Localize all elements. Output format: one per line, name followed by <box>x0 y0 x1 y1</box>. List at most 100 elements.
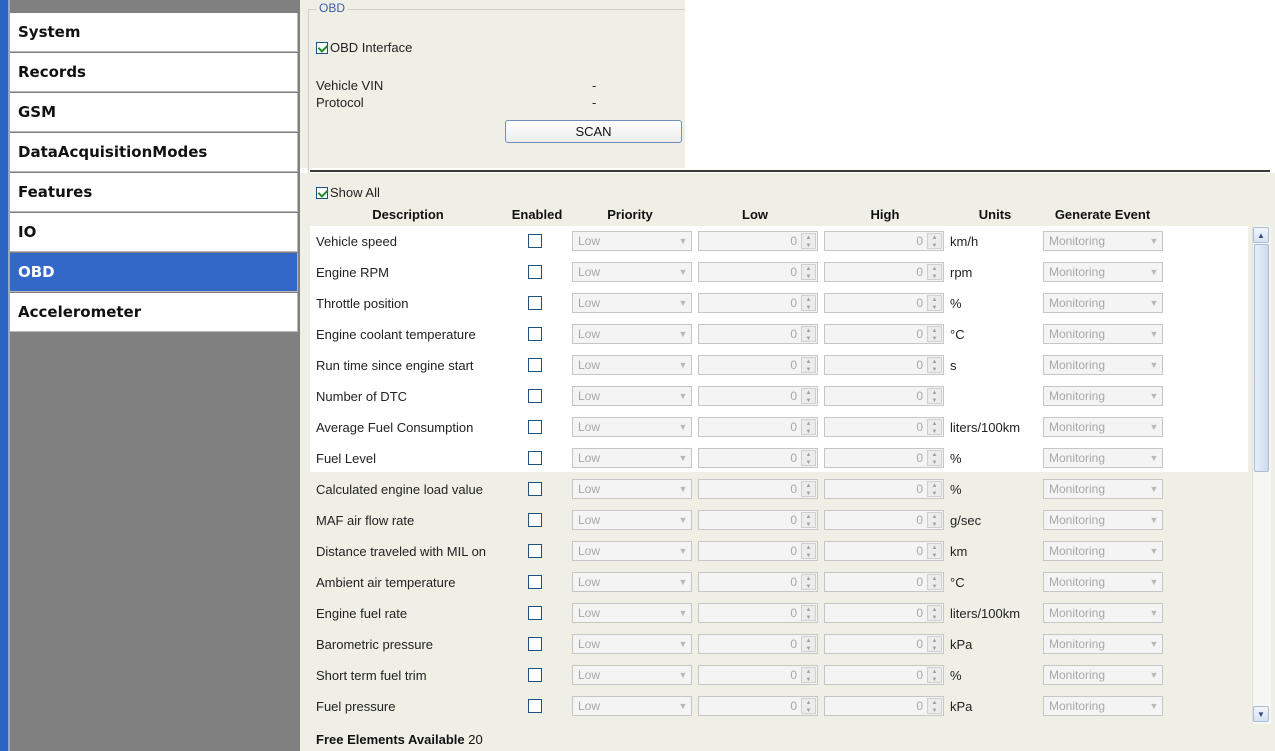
row-priority-select[interactable]: Low ▼ <box>572 510 692 530</box>
row-generate-event-select[interactable]: Monitoring ▼ <box>1043 324 1163 344</box>
spinner-arrows-icon[interactable]: ▲ ▼ <box>927 636 942 652</box>
spinner-arrows-icon[interactable]: ▲ ▼ <box>927 357 942 373</box>
spinner-arrows-icon[interactable]: ▲ ▼ <box>801 574 816 590</box>
row-enabled-checkbox[interactable] <box>528 327 542 341</box>
spinner-arrows-icon[interactable]: ▲ ▼ <box>927 667 942 683</box>
row-enabled-checkbox[interactable] <box>528 389 542 403</box>
sidebar-item-obd[interactable]: OBD <box>10 253 298 292</box>
sidebar-item-accelerometer[interactable]: Accelerometer <box>10 293 298 332</box>
spinner-arrows-icon[interactable]: ▲ ▼ <box>927 388 942 404</box>
row-enabled-checkbox[interactable] <box>528 451 542 465</box>
row-generate-event-select[interactable]: Monitoring ▼ <box>1043 541 1163 561</box>
row-high-spinner[interactable]: 0 ▲ ▼ <box>824 603 944 623</box>
obd-interface-checkbox[interactable] <box>316 42 328 54</box>
row-generate-event-select[interactable]: Monitoring ▼ <box>1043 448 1163 468</box>
row-high-spinner[interactable]: 0 ▲ ▼ <box>824 417 944 437</box>
row-generate-event-select[interactable]: Monitoring ▼ <box>1043 572 1163 592</box>
row-low-spinner[interactable]: 0 ▲ ▼ <box>698 603 818 623</box>
row-low-spinner[interactable]: 0 ▲ ▼ <box>698 634 818 654</box>
row-enabled-checkbox[interactable] <box>528 482 542 496</box>
row-priority-select[interactable]: Low ▼ <box>572 634 692 654</box>
spinner-arrows-icon[interactable]: ▲ ▼ <box>801 419 816 435</box>
spinner-arrows-icon[interactable]: ▲ ▼ <box>801 388 816 404</box>
row-enabled-checkbox[interactable] <box>528 358 542 372</box>
spinner-arrows-icon[interactable]: ▲ ▼ <box>927 574 942 590</box>
row-generate-event-select[interactable]: Monitoring ▼ <box>1043 231 1163 251</box>
row-enabled-checkbox[interactable] <box>528 606 542 620</box>
spinner-arrows-icon[interactable]: ▲ ▼ <box>801 636 816 652</box>
row-high-spinner[interactable]: 0 ▲ ▼ <box>824 386 944 406</box>
row-generate-event-select[interactable]: Monitoring ▼ <box>1043 355 1163 375</box>
row-priority-select[interactable]: Low ▼ <box>572 541 692 561</box>
row-priority-select[interactable]: Low ▼ <box>572 448 692 468</box>
row-generate-event-select[interactable]: Monitoring ▼ <box>1043 696 1163 716</box>
row-enabled-checkbox[interactable] <box>528 699 542 713</box>
row-high-spinner[interactable]: 0 ▲ ▼ <box>824 634 944 654</box>
sidebar-item-system[interactable]: System <box>10 13 298 52</box>
row-generate-event-select[interactable]: Monitoring ▼ <box>1043 603 1163 623</box>
row-high-spinner[interactable]: 0 ▲ ▼ <box>824 665 944 685</box>
row-priority-select[interactable]: Low ▼ <box>572 386 692 406</box>
show-all-checkbox[interactable] <box>316 187 328 199</box>
row-high-spinner[interactable]: 0 ▲ ▼ <box>824 262 944 282</box>
row-priority-select[interactable]: Low ▼ <box>572 603 692 623</box>
scan-button[interactable]: SCAN <box>505 120 682 143</box>
row-low-spinner[interactable]: 0 ▲ ▼ <box>698 665 818 685</box>
row-low-spinner[interactable]: 0 ▲ ▼ <box>698 510 818 530</box>
row-low-spinner[interactable]: 0 ▲ ▼ <box>698 417 818 437</box>
spinner-arrows-icon[interactable]: ▲ ▼ <box>927 481 942 497</box>
row-priority-select[interactable]: Low ▼ <box>572 262 692 282</box>
row-high-spinner[interactable]: 0 ▲ ▼ <box>824 479 944 499</box>
row-low-spinner[interactable]: 0 ▲ ▼ <box>698 231 818 251</box>
row-generate-event-select[interactable]: Monitoring ▼ <box>1043 665 1163 685</box>
row-enabled-checkbox[interactable] <box>528 234 542 248</box>
row-enabled-checkbox[interactable] <box>528 637 542 651</box>
scrollbar-thumb[interactable] <box>1254 244 1269 472</box>
row-generate-event-select[interactable]: Monitoring ▼ <box>1043 417 1163 437</box>
scroll-up-arrow-icon[interactable]: ▲ <box>1253 227 1269 243</box>
row-priority-select[interactable]: Low ▼ <box>572 293 692 313</box>
sidebar-item-io[interactable]: IO <box>10 213 298 252</box>
spinner-arrows-icon[interactable]: ▲ ▼ <box>801 450 816 466</box>
row-low-spinner[interactable]: 0 ▲ ▼ <box>698 448 818 468</box>
row-generate-event-select[interactable]: Monitoring ▼ <box>1043 386 1163 406</box>
spinner-arrows-icon[interactable]: ▲ ▼ <box>927 419 942 435</box>
row-priority-select[interactable]: Low ▼ <box>572 696 692 716</box>
row-generate-event-select[interactable]: Monitoring ▼ <box>1043 510 1163 530</box>
spinner-arrows-icon[interactable]: ▲ ▼ <box>801 264 816 280</box>
row-high-spinner[interactable]: 0 ▲ ▼ <box>824 293 944 313</box>
row-priority-select[interactable]: Low ▼ <box>572 417 692 437</box>
row-priority-select[interactable]: Low ▼ <box>572 572 692 592</box>
row-priority-select[interactable]: Low ▼ <box>572 665 692 685</box>
row-priority-select[interactable]: Low ▼ <box>572 479 692 499</box>
spinner-arrows-icon[interactable]: ▲ ▼ <box>927 605 942 621</box>
spinner-arrows-icon[interactable]: ▲ ▼ <box>801 233 816 249</box>
row-low-spinner[interactable]: 0 ▲ ▼ <box>698 386 818 406</box>
spinner-arrows-icon[interactable]: ▲ ▼ <box>801 512 816 528</box>
row-high-spinner[interactable]: 0 ▲ ▼ <box>824 541 944 561</box>
sidebar-item-gsm[interactable]: GSM <box>10 93 298 132</box>
row-generate-event-select[interactable]: Monitoring ▼ <box>1043 293 1163 313</box>
spinner-arrows-icon[interactable]: ▲ ▼ <box>927 233 942 249</box>
spinner-arrows-icon[interactable]: ▲ ▼ <box>927 450 942 466</box>
row-high-spinner[interactable]: 0 ▲ ▼ <box>824 696 944 716</box>
row-enabled-checkbox[interactable] <box>528 513 542 527</box>
row-low-spinner[interactable]: 0 ▲ ▼ <box>698 262 818 282</box>
row-high-spinner[interactable]: 0 ▲ ▼ <box>824 231 944 251</box>
row-low-spinner[interactable]: 0 ▲ ▼ <box>698 479 818 499</box>
row-priority-select[interactable]: Low ▼ <box>572 231 692 251</box>
row-high-spinner[interactable]: 0 ▲ ▼ <box>824 324 944 344</box>
spinner-arrows-icon[interactable]: ▲ ▼ <box>927 295 942 311</box>
row-enabled-checkbox[interactable] <box>528 544 542 558</box>
row-low-spinner[interactable]: 0 ▲ ▼ <box>698 355 818 375</box>
row-enabled-checkbox[interactable] <box>528 668 542 682</box>
row-priority-select[interactable]: Low ▼ <box>572 324 692 344</box>
row-high-spinner[interactable]: 0 ▲ ▼ <box>824 572 944 592</box>
spinner-arrows-icon[interactable]: ▲ ▼ <box>801 605 816 621</box>
row-generate-event-select[interactable]: Monitoring ▼ <box>1043 479 1163 499</box>
row-high-spinner[interactable]: 0 ▲ ▼ <box>824 510 944 530</box>
sidebar-item-records[interactable]: Records <box>10 53 298 92</box>
sidebar-item-features[interactable]: Features <box>10 173 298 212</box>
spinner-arrows-icon[interactable]: ▲ ▼ <box>801 667 816 683</box>
spinner-arrows-icon[interactable]: ▲ ▼ <box>801 698 816 714</box>
